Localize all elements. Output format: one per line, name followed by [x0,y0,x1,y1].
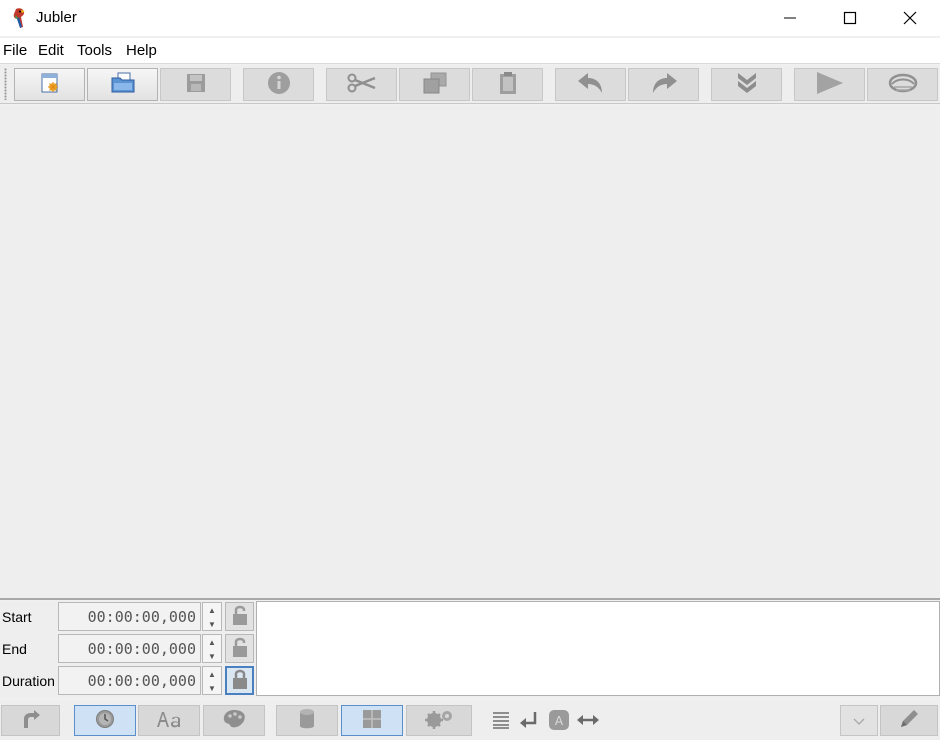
cylinder-icon [299,708,315,733]
double-chevron-down-icon [735,71,759,98]
start-label: Start [2,609,32,625]
pencil-icon [898,708,920,733]
lock-open-icon [231,636,249,661]
return-arrow-icon[interactable] [517,708,541,732]
subtitle-edit-panel: Start 00:00:00,000 ▲ ▼ End 00:00:00,000 … [0,601,940,698]
spin-up-icon[interactable]: ▲ [203,635,221,649]
close-button[interactable] [880,0,940,36]
duration-label: Duration [2,673,55,689]
save-disk-icon [185,72,207,97]
end-lock-button[interactable] [225,634,254,663]
menu-help[interactable]: Help [126,42,157,59]
dropdown-button[interactable] [840,705,878,736]
subtitle-text-area[interactable] [256,601,940,696]
spin-down-icon[interactable]: ▼ [203,681,221,695]
main-toolbar [0,65,940,104]
start-time-field[interactable]: 00:00:00,000 [58,602,201,631]
chevron-down-icon [853,713,865,729]
new-file-button[interactable] [14,68,85,101]
paste-clipboard-icon [498,71,518,98]
grid-icon [362,709,382,732]
open-file-button[interactable] [87,68,158,101]
undo-arrow-icon [576,71,606,98]
save-file-button[interactable] [160,68,231,101]
edit-button[interactable] [880,705,938,736]
svg-text:A: A [555,714,564,728]
color-mode-button[interactable] [203,705,265,736]
end-label: End [2,641,27,657]
go-down-button[interactable] [711,68,782,101]
settings-button[interactable] [406,705,472,736]
window-title: Jubler [36,9,77,26]
end-time-spinner[interactable]: ▲ ▼ [202,634,222,663]
horizontal-arrows-icon[interactable] [576,708,600,732]
redo-arrow-icon [649,71,679,98]
info-button[interactable] [243,68,314,101]
minimize-button[interactable] [760,0,820,36]
font-mode-button[interactable] [138,705,200,736]
clock-icon [95,709,115,732]
menu-bar: File Edit Tools Help [0,38,940,64]
lock-open-icon [231,604,249,629]
palette-icon [222,709,246,732]
spin-up-icon[interactable]: ▲ [203,667,221,681]
eye-icon [888,72,918,97]
end-time-field[interactable]: 00:00:00,000 [58,634,201,663]
time-mode-button[interactable] [74,705,136,736]
menu-file[interactable]: File [3,42,27,59]
info-icon [267,71,291,98]
maximize-button[interactable] [820,0,880,36]
paste-button[interactable] [472,68,543,101]
toolbar-grip[interactable] [4,68,7,100]
menu-tools[interactable]: Tools [77,42,112,59]
align-justify-icon[interactable] [489,708,513,732]
duration-time-spinner[interactable]: ▲ ▼ [202,666,222,695]
title-bar: Jubler [0,0,940,36]
bottom-toolbar: A [0,700,940,740]
play-button[interactable] [794,68,865,101]
undo-button[interactable] [555,68,626,101]
subtitle-table[interactable] [0,105,940,600]
open-folder-icon [110,72,136,97]
new-document-icon [39,72,61,97]
jubler-parrot-icon [9,7,29,29]
preview-button[interactable] [867,68,938,101]
duration-time-field[interactable]: 00:00:00,000 [58,666,201,695]
spin-down-icon[interactable]: ▼ [203,649,221,663]
copy-icon [422,72,448,97]
letter-a-icon[interactable]: A [547,708,571,732]
lock-closed-icon [231,668,249,693]
spin-up-icon[interactable]: ▲ [203,603,221,617]
start-lock-button[interactable] [225,602,254,631]
menu-edit[interactable]: Edit [38,42,64,59]
gears-icon [423,708,455,733]
table-view-button[interactable] [341,705,403,736]
database-button[interactable] [276,705,338,736]
cut-button[interactable] [326,68,397,101]
scissors-icon [347,73,377,96]
spin-down-icon[interactable]: ▼ [203,617,221,631]
duration-lock-button[interactable] [225,666,254,695]
apply-arrow-icon [21,709,41,732]
copy-button[interactable] [399,68,470,101]
redo-button[interactable] [628,68,699,101]
apply-button[interactable] [1,705,60,736]
font-icon [156,710,182,731]
play-icon [815,71,845,98]
start-time-spinner[interactable]: ▲ ▼ [202,602,222,631]
